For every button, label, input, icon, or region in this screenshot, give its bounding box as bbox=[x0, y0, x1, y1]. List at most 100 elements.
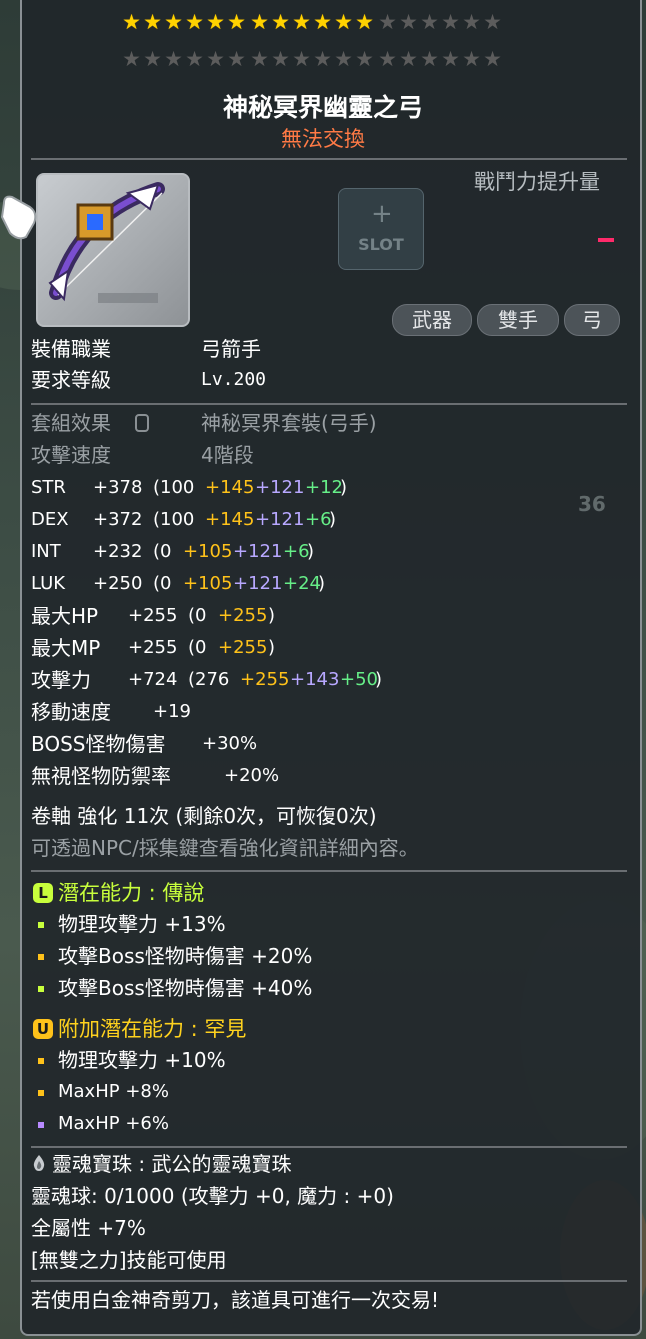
stat-close: ) bbox=[268, 637, 276, 658]
trade-status: 無法交換 bbox=[281, 127, 365, 151]
plus-icon: + bbox=[371, 199, 393, 229]
stat-close: ) bbox=[340, 477, 348, 498]
star-empty-icon: ★ bbox=[462, 47, 481, 71]
unique-badge-icon: U bbox=[33, 1019, 53, 1039]
soul-title: 靈魂寶珠 : 武公的靈魂寶珠 bbox=[52, 1152, 292, 1176]
star-filled-icon: ★ bbox=[355, 10, 374, 34]
divider bbox=[31, 1146, 627, 1148]
ignore-defense-value: +20% bbox=[224, 765, 280, 786]
bow-icon bbox=[48, 182, 165, 303]
star-empty-icon: ★ bbox=[227, 47, 246, 71]
stat-bonus-flame: +145 bbox=[205, 509, 255, 530]
stat-bonus-star: +121 bbox=[255, 509, 305, 530]
star-empty-icon: ★ bbox=[334, 47, 353, 71]
star-empty-icon: ★ bbox=[483, 47, 502, 71]
star-empty-icon: ★ bbox=[143, 47, 162, 71]
bullet-icon bbox=[38, 922, 44, 928]
star-filled-icon: ★ bbox=[292, 10, 311, 34]
star-empty-icon: ★ bbox=[441, 47, 460, 71]
star-group: ★ ★ ★ ★ ★ ★ bbox=[249, 12, 375, 33]
set-value: 神秘冥界套裝(弓手) bbox=[201, 411, 377, 435]
stat-total: +250 bbox=[93, 573, 143, 594]
background-number: 36 bbox=[578, 492, 606, 516]
star-empty-icon: ★ bbox=[378, 47, 397, 71]
star-group: ★ ★ ★ ★ ★ ★ bbox=[377, 49, 503, 70]
divider bbox=[31, 1280, 627, 1282]
star-filled-icon: ★ bbox=[227, 10, 246, 34]
glove-cursor-icon bbox=[0, 195, 37, 240]
additional-potential-title: 附加潛在能力 : 罕見 bbox=[58, 1017, 247, 1041]
stat-base: (100 bbox=[153, 509, 195, 530]
star-filled-icon: ★ bbox=[206, 10, 225, 34]
stat-name: STR bbox=[31, 477, 66, 498]
stat-bonus-scroll: +12 bbox=[305, 477, 343, 498]
stat-total: +232 bbox=[93, 541, 143, 562]
combat-power-label: 戰鬥力提升量 bbox=[474, 170, 600, 194]
star-empty-icon: ★ bbox=[185, 47, 204, 71]
speed-label: 攻擊速度 bbox=[31, 443, 111, 467]
star-empty-icon: ★ bbox=[355, 47, 374, 71]
additional-line-2: MaxHP +8% bbox=[58, 1081, 169, 1102]
star-filled-icon: ★ bbox=[313, 10, 332, 34]
star-empty-icon: ★ bbox=[292, 47, 311, 71]
star-filled-icon: ★ bbox=[164, 10, 183, 34]
stat-bonus-flame: +145 bbox=[205, 477, 255, 498]
star-empty-icon: ★ bbox=[378, 10, 397, 34]
stat-bonus-star: +121 bbox=[233, 541, 283, 562]
star-group: ★ ★ ★ ★ ★ ★ bbox=[121, 49, 247, 70]
stat-bonus-scroll: +6 bbox=[305, 509, 332, 530]
level-label: 要求等級 bbox=[31, 368, 111, 392]
bullet-icon bbox=[38, 1090, 44, 1096]
speed-value: 4階段 bbox=[201, 443, 254, 467]
star-empty-icon: ★ bbox=[399, 47, 418, 71]
skill-line: [無雙之力]技能可使用 bbox=[31, 1248, 227, 1272]
star-empty-icon: ★ bbox=[313, 47, 332, 71]
stat-close: ) bbox=[307, 541, 315, 562]
stat-close: ) bbox=[375, 669, 383, 690]
stat-close: ) bbox=[318, 573, 326, 594]
stat-bonus-flame: +255 bbox=[240, 669, 290, 690]
additional-line-1: 物理攻擊力 +10% bbox=[58, 1048, 226, 1072]
divider bbox=[31, 403, 627, 405]
stat-total: +724 bbox=[128, 669, 178, 690]
star-group: ★ ★ ★ ★ ★ ★ bbox=[121, 12, 247, 33]
star-group: ★ ★ ★ ★ ★ ★ bbox=[249, 49, 375, 70]
bullet-icon bbox=[38, 1058, 44, 1064]
star-empty-icon: ★ bbox=[483, 10, 502, 34]
stat-bonus-flame: +105 bbox=[183, 573, 233, 594]
set-label: 套組效果 bbox=[31, 411, 111, 435]
star-filled-icon: ★ bbox=[143, 10, 162, 34]
boss-damage-label: BOSS怪物傷害 bbox=[31, 732, 166, 756]
star-filled-icon: ★ bbox=[271, 10, 290, 34]
divider bbox=[31, 158, 627, 160]
star-filled-icon: ★ bbox=[250, 10, 269, 34]
stat-bonus-scroll: +24 bbox=[283, 573, 321, 594]
potential-line-2: 攻擊Boss怪物時傷害 +20% bbox=[58, 944, 313, 968]
job-value: 弓箭手 bbox=[201, 337, 261, 361]
empty-slot[interactable]: + SLOT bbox=[338, 188, 424, 270]
ignore-defense-label: 無視怪物防禦率 bbox=[31, 764, 171, 788]
star-empty-icon: ★ bbox=[462, 10, 481, 34]
move-speed-value: +19 bbox=[153, 701, 191, 722]
tag-two-handed: 雙手 bbox=[477, 304, 559, 336]
additional-line-3: MaxHP +6% bbox=[58, 1113, 169, 1134]
bullet-icon bbox=[38, 1122, 44, 1128]
lock-icon bbox=[135, 414, 149, 432]
star-empty-icon: ★ bbox=[271, 47, 290, 71]
stat-name: 攻擊力 bbox=[31, 668, 91, 692]
stat-base: (0 bbox=[188, 605, 207, 626]
stat-total: +372 bbox=[93, 509, 143, 530]
soul-flame-icon bbox=[33, 1155, 45, 1171]
level-value: Lv.200 bbox=[201, 369, 267, 390]
potential-line-3: 攻擊Boss怪物時傷害 +40% bbox=[58, 976, 313, 1000]
item-icon-frame bbox=[36, 173, 190, 327]
stat-name: LUK bbox=[31, 573, 66, 594]
stat-close: ) bbox=[329, 509, 337, 530]
scroll-upgrade-line: 卷軸 強化 11次 (剩餘0次，可恢復0次) bbox=[31, 804, 377, 828]
stat-bonus-scroll: +6 bbox=[283, 541, 310, 562]
stat-total: +255 bbox=[128, 637, 178, 658]
stat-bonus-flame: +255 bbox=[218, 637, 268, 658]
star-filled-icon: ★ bbox=[122, 10, 141, 34]
star-empty-icon: ★ bbox=[420, 10, 439, 34]
tag-bow: 弓 bbox=[564, 304, 620, 336]
